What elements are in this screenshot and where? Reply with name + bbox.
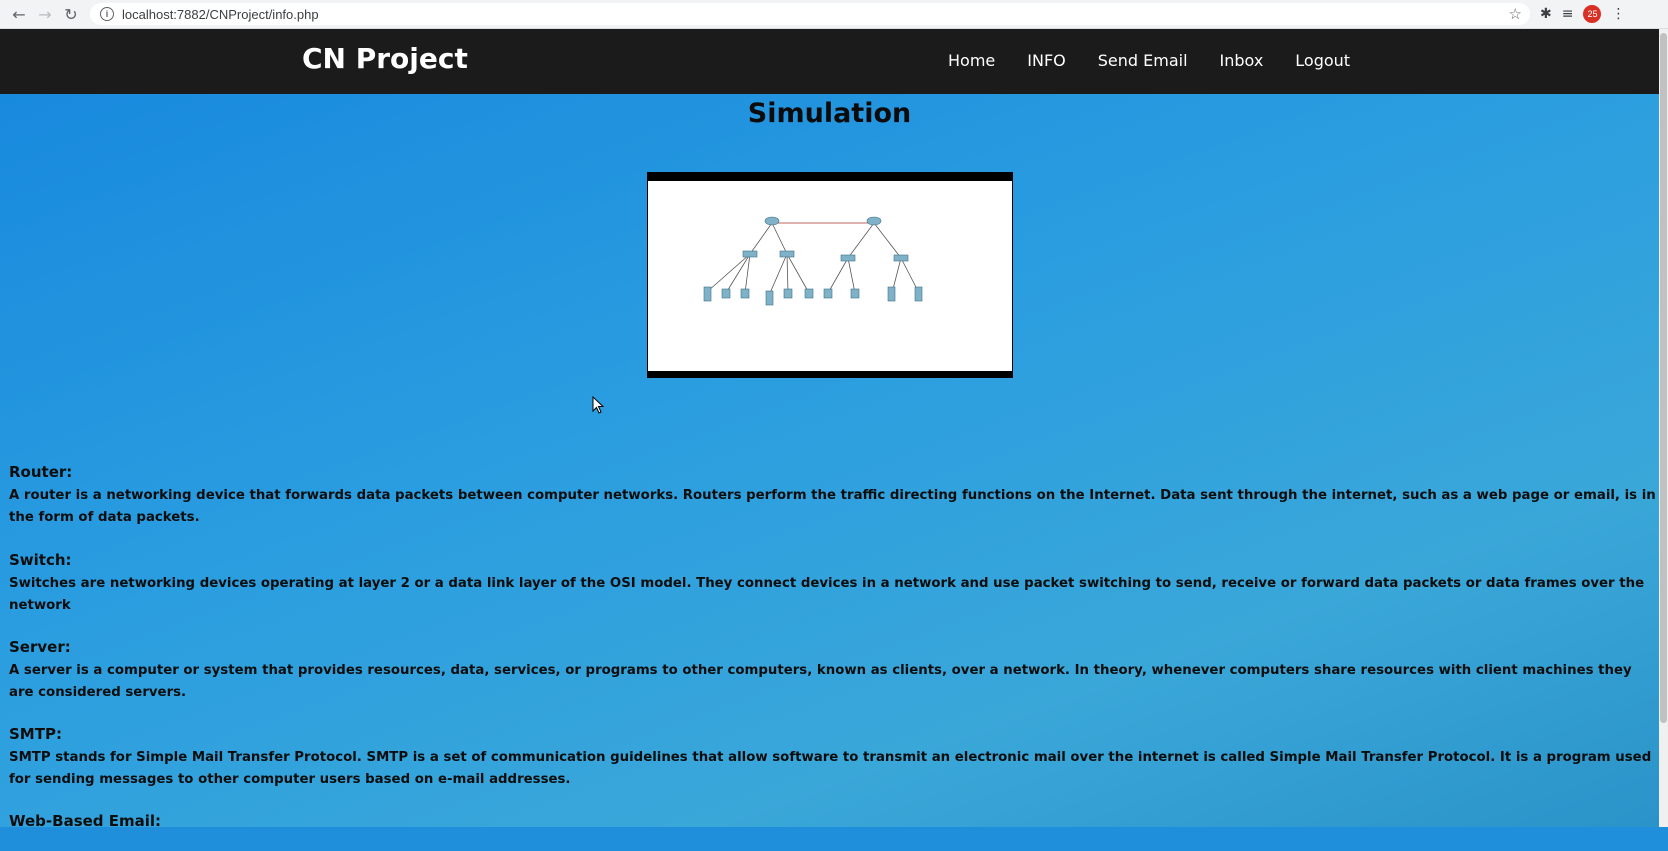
nav-menu: Home INFO Send Email Inbox Logout	[948, 51, 1350, 70]
reload-icon[interactable]: ↻	[58, 1, 84, 27]
mouse-pointer-icon	[592, 395, 605, 418]
profile-avatar[interactable]: 25	[1583, 5, 1602, 23]
forward-arrow-icon[interactable]: →	[32, 1, 58, 27]
reading-list-icon[interactable]: ≡	[1562, 6, 1574, 22]
network-topology-image	[648, 181, 1012, 371]
browser-menu-icon[interactable]: ⋮	[1611, 6, 1625, 22]
smtp-section: SMTP: SMTP stands for Simple Mail Transf…	[9, 724, 1659, 791]
url-text[interactable]: localhost:7882/CNProject/info.php	[122, 7, 319, 22]
server-section: Server: A server is a computer or system…	[9, 637, 1659, 704]
browser-toolbar: ← → ↻ i localhost:7882/CNProject/info.ph…	[0, 0, 1668, 29]
simulation-video[interactable]	[647, 172, 1013, 378]
extensions-icon[interactable]: ✱	[1540, 6, 1552, 22]
back-arrow-icon[interactable]: ←	[6, 1, 32, 27]
nav-send-email-link[interactable]: Send Email	[1098, 51, 1188, 70]
info-sections: Router: A router is a networking device …	[9, 462, 1659, 851]
smtp-heading: SMTP:	[9, 725, 62, 743]
server-text: A server is a computer or system that pr…	[9, 663, 1632, 700]
bookmark-star-icon[interactable]: ☆	[1509, 5, 1522, 23]
switch-text: Switches are networking devices operatin…	[9, 576, 1645, 613]
switch-section: Switch: Switches are networking devices …	[9, 550, 1659, 617]
network-diagram	[703, 216, 923, 306]
nav-inbox-link[interactable]: Inbox	[1220, 51, 1264, 70]
address-bar[interactable]: i localhost:7882/CNProject/info.php ☆	[90, 3, 1530, 25]
switch-heading: Switch:	[9, 551, 72, 569]
router-section: Router: A router is a networking device …	[9, 462, 1659, 529]
server-heading: Server:	[9, 638, 71, 656]
simulation-title: Simulation	[747, 98, 912, 129]
page-scrollbar[interactable]	[1659, 29, 1668, 827]
nav-logout-link[interactable]: Logout	[1295, 51, 1350, 70]
router-text: A router is a networking device that for…	[9, 488, 1656, 525]
router-heading: Router:	[9, 463, 73, 481]
site-brand[interactable]: CN Project	[302, 42, 468, 75]
info-icon[interactable]: i	[100, 7, 114, 21]
web-email-heading: Web-Based Email:	[9, 812, 162, 830]
web-email-section: Web-Based Email:	[9, 811, 1659, 831]
scrollbar-thumb[interactable]	[1660, 33, 1667, 723]
nav-home-link[interactable]: Home	[948, 51, 995, 70]
smtp-text: SMTP stands for Simple Mail Transfer Pro…	[9, 750, 1652, 787]
nav-info-link[interactable]: INFO	[1027, 51, 1065, 70]
site-navbar: CN Project Home INFO Send Email Inbox Lo…	[0, 29, 1659, 94]
